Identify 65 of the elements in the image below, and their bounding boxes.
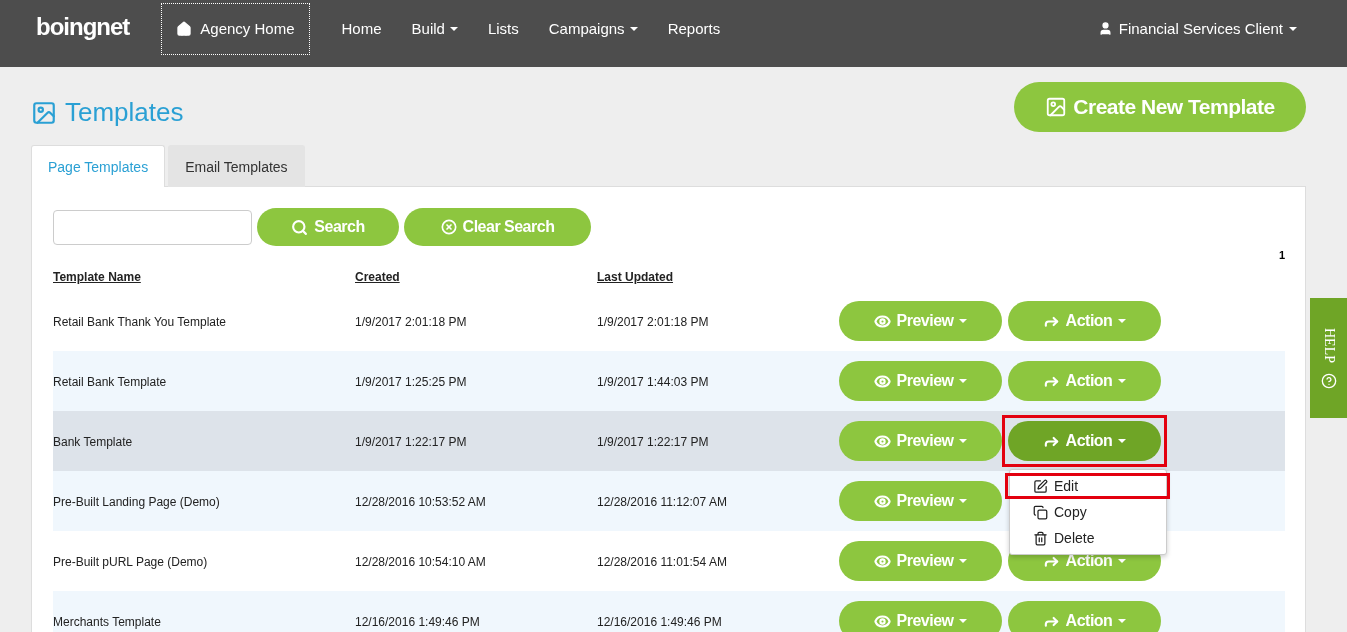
user-menu[interactable]: Financial Services Client	[1097, 20, 1297, 37]
caret-icon	[1118, 379, 1127, 383]
table-cell: 12/16/2016 1:49:46 PM	[597, 615, 722, 629]
caret-icon	[959, 499, 968, 503]
home-icon	[176, 20, 193, 37]
search-field[interactable]	[53, 209, 252, 245]
table-cell: 12/16/2016 1:49:46 PM	[355, 615, 480, 629]
caret-icon	[1118, 619, 1127, 623]
caret-icon	[959, 619, 968, 623]
table-cell: Pre-Built pURL Page (Demo)	[53, 555, 208, 569]
caret-icon	[959, 319, 968, 323]
help-icon	[1320, 372, 1337, 389]
caret-icon	[449, 26, 458, 31]
column-header[interactable]: Template Name	[53, 270, 141, 284]
nav-link[interactable]: Reports	[661, 20, 727, 37]
caret-icon	[1118, 319, 1127, 323]
eye-icon	[873, 312, 891, 330]
caret-icon	[1118, 439, 1127, 443]
page-title: Templates	[65, 97, 184, 128]
image-icon	[31, 99, 57, 126]
caret-icon	[1118, 559, 1127, 563]
table-cell: 1/9/2017 2:01:18 PM	[597, 315, 709, 329]
nav-link[interactable]: Build	[405, 20, 464, 37]
nav-link[interactable]: Home	[335, 20, 388, 37]
table-cell: 1/9/2017 1:22:17 PM	[355, 435, 467, 449]
eye-icon	[873, 492, 891, 510]
caret-icon	[629, 26, 638, 31]
menu-item[interactable]: Edit	[1005, 473, 1170, 499]
page-number[interactable]: 1	[1278, 249, 1285, 261]
column-header[interactable]: Created	[355, 270, 400, 284]
caret-icon	[959, 379, 968, 383]
search-icon	[291, 218, 309, 236]
table-cell: 12/28/2016 10:53:52 AM	[355, 495, 486, 509]
eye-icon	[873, 552, 891, 570]
caret-icon	[959, 559, 968, 563]
eye-icon	[873, 432, 891, 450]
logo[interactable]: boingnet	[36, 12, 130, 41]
table-cell: Retail Bank Template	[53, 375, 167, 389]
table-cell: Bank Template	[53, 435, 133, 449]
eye-icon	[873, 372, 891, 390]
table-cell: Merchants Template	[53, 615, 161, 629]
caret-icon	[959, 439, 968, 443]
table-cell: Retail Bank Thank You Template	[53, 315, 226, 329]
table-cell: 12/28/2016 11:01:54 AM	[597, 555, 727, 569]
nav-link[interactable]: Campaigns	[542, 20, 644, 37]
clear-icon	[440, 219, 457, 235]
pen-icon	[1033, 478, 1048, 494]
table-cell: 1/9/2017 2:01:18 PM	[355, 315, 467, 329]
table-cell: 12/28/2016 10:54:10 AM	[355, 555, 486, 569]
tab[interactable]: Email Templates	[168, 145, 305, 187]
table-cell: 12/28/2016 11:12:07 AM	[597, 495, 727, 509]
nav-link[interactable]: Lists	[481, 20, 525, 37]
agency-home-button[interactable]: Agency Home	[161, 2, 310, 55]
table-cell: 1/9/2017 1:22:17 PM	[597, 435, 709, 449]
table-cell: 1/9/2017 1:25:25 PM	[355, 375, 467, 389]
column-header[interactable]: Last Updated	[597, 270, 673, 284]
copy-icon	[1033, 504, 1048, 520]
table-cell: 1/9/2017 1:44:03 PM	[597, 375, 709, 389]
eye-icon	[873, 612, 891, 630]
caret-icon	[1289, 26, 1297, 31]
image-icon	[1045, 95, 1068, 118]
table-cell: Pre-Built Landing Page (Demo)	[53, 495, 220, 509]
menu-item[interactable]: Copy	[1005, 499, 1170, 525]
trash-icon	[1033, 530, 1048, 546]
user-icon	[1097, 21, 1113, 36]
